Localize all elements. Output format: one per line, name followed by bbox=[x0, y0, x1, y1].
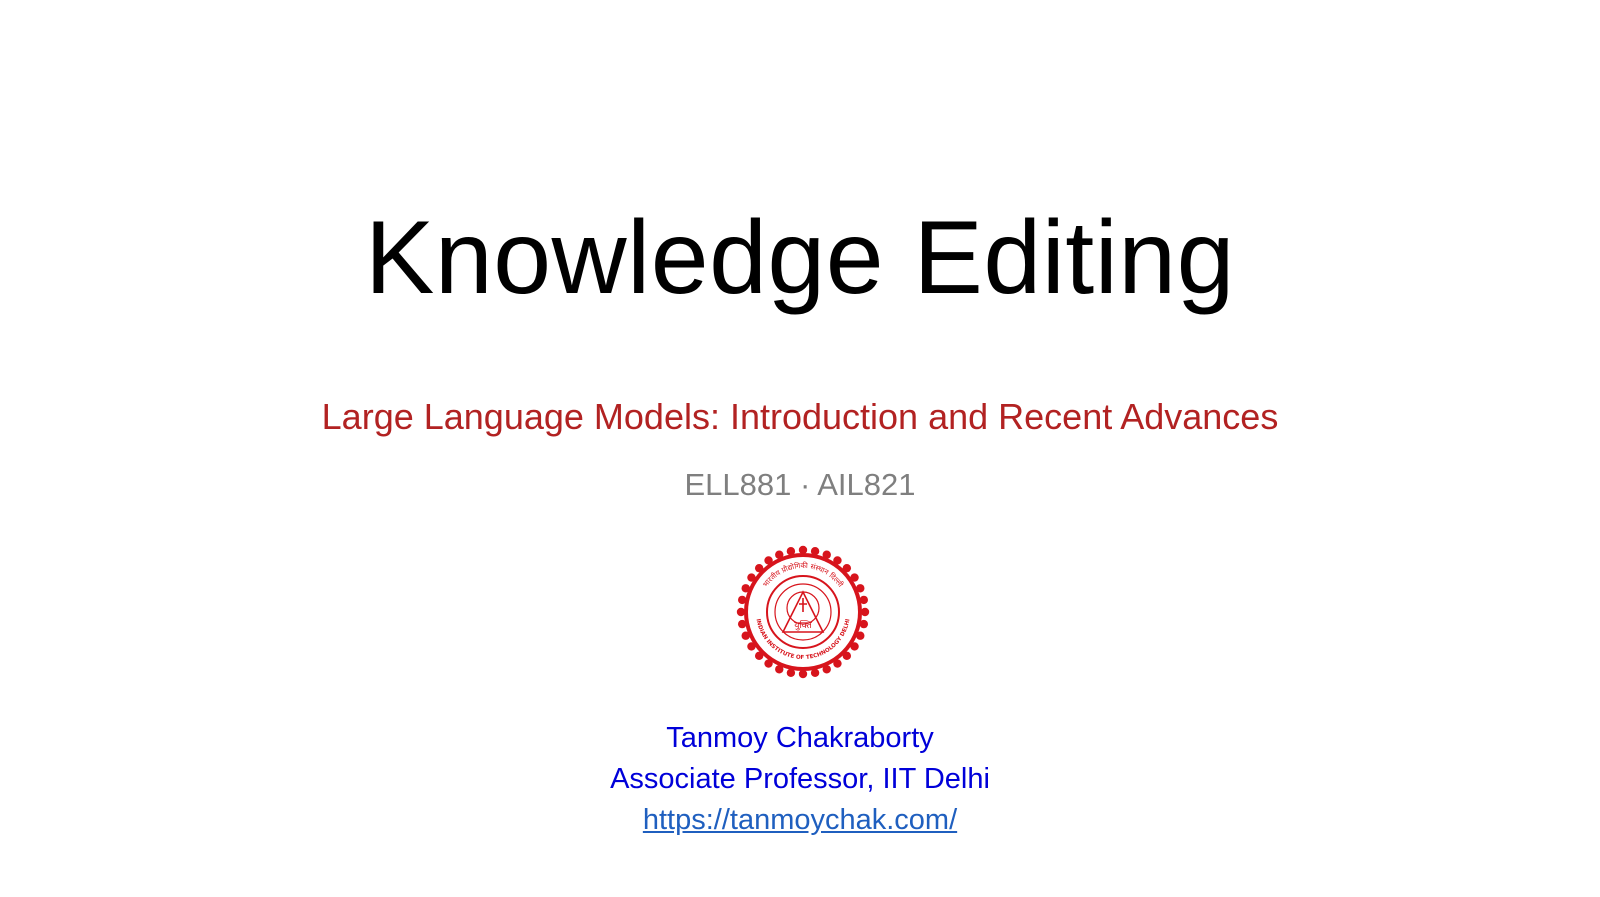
author-name: Tanmoy Chakraborty bbox=[666, 722, 934, 754]
seal-gear-tooth bbox=[736, 607, 746, 617]
author-block: Tanmoy Chakraborty Associate Professor, … bbox=[0, 718, 1600, 841]
seal-motto: युक्ति bbox=[794, 619, 812, 631]
author-website-link[interactable]: https://tanmoychak.com/ bbox=[643, 804, 957, 836]
title-slide: Knowledge Editing Large Language Models:… bbox=[0, 0, 1600, 897]
slide-title: Knowledge Editing bbox=[364, 200, 1235, 316]
course-code: ELL881 · AIL821 bbox=[684, 467, 916, 502]
iit-delhi-seal-icon: युक्ति भारतीय प्रौद्योगिकी संस्थान दिल्ल… bbox=[735, 544, 871, 680]
seal-gear-tooth bbox=[860, 607, 870, 617]
slide-subtitle: Large Language Models: Introduction and … bbox=[321, 396, 1279, 437]
logo-svg: युक्ति भारतीय प्रौद्योगिकी संस्थान दिल्ल… bbox=[736, 545, 870, 679]
seal-gear-tooth bbox=[798, 669, 808, 679]
author-position: Associate Professor, IIT Delhi bbox=[610, 763, 990, 795]
seal-gear-tooth bbox=[798, 545, 808, 555]
